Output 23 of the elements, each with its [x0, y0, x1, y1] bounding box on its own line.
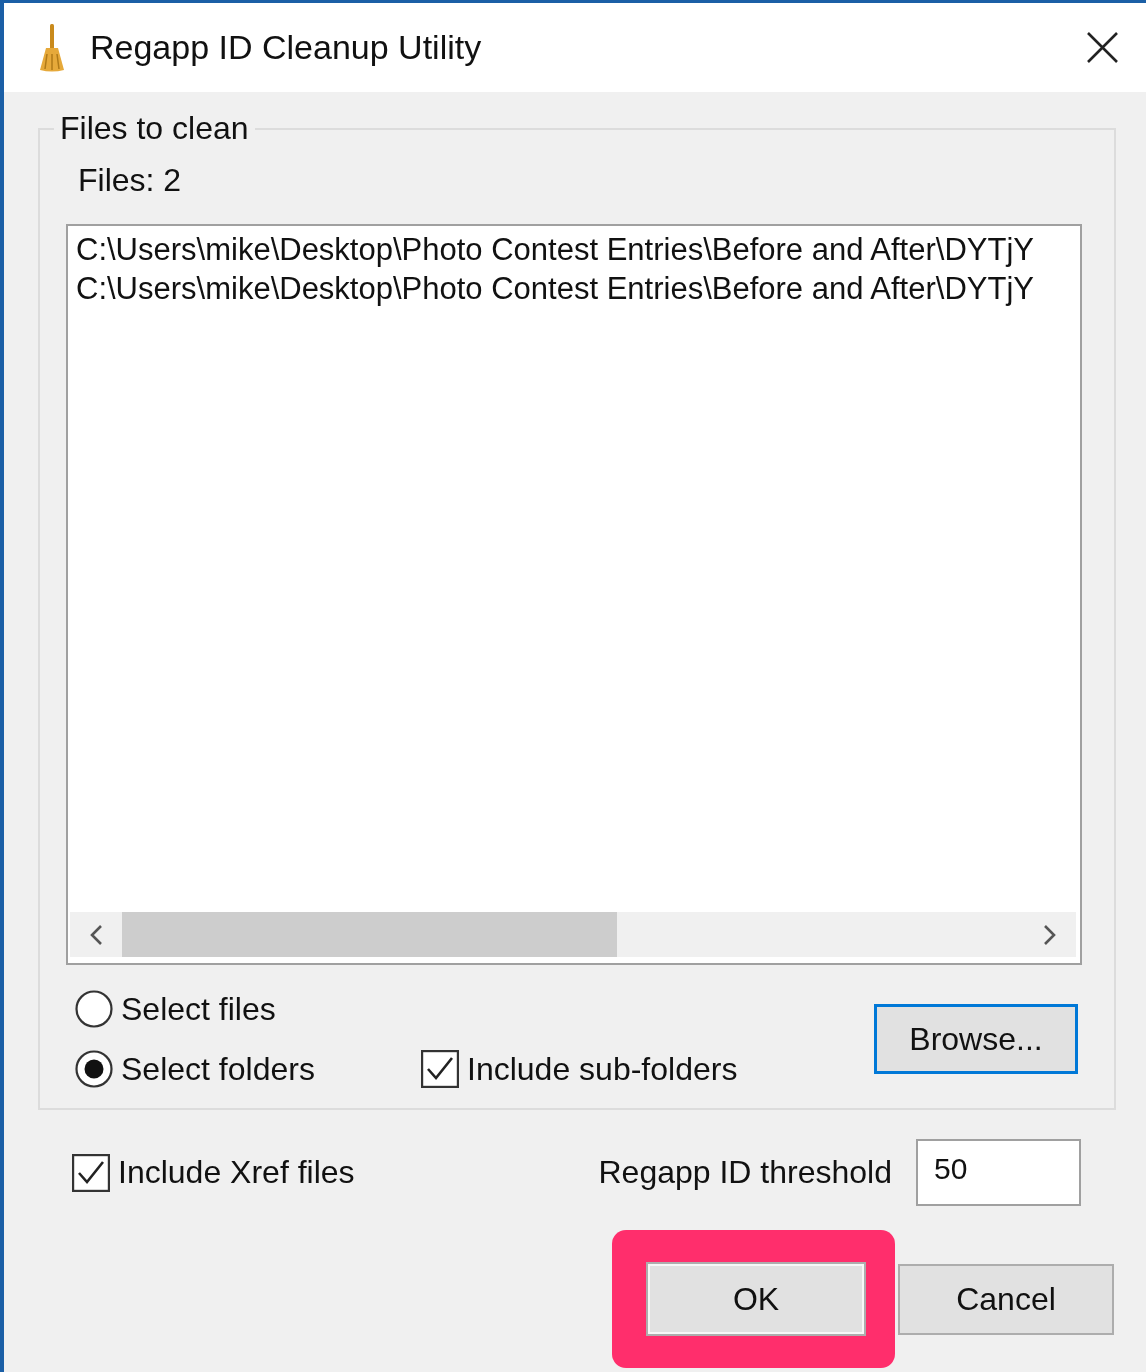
browse-button[interactable]: Browse...	[874, 1004, 1078, 1074]
checkbox[interactable]	[421, 1050, 459, 1088]
file-path[interactable]: C:\Users\mike\Desktop\Photo Contest Entries\Before and After\DYTjY	[76, 230, 1034, 269]
cancel-button[interactable]: Cancel	[898, 1263, 1114, 1335]
chevron-right-icon[interactable]	[1043, 923, 1057, 946]
scrollbar-thumb[interactable]	[122, 912, 617, 957]
broom-icon	[38, 23, 66, 72]
radio-label[interactable]: Select files	[121, 990, 276, 1028]
radio-label[interactable]: Select folders	[121, 1050, 315, 1088]
window-title: Regapp ID Cleanup Utility	[90, 28, 482, 67]
ok-button[interactable]: OK	[646, 1262, 866, 1336]
field-label: Regapp ID threshold	[598, 1154, 892, 1191]
checkbox-label[interactable]: Include Xref files	[118, 1154, 355, 1191]
checkbox-label[interactable]: Include sub-folders	[467, 1050, 738, 1088]
file-path[interactable]: C:\Users\mike\Desktop\Photo Contest Entries\Before and After\DYTjY	[76, 269, 1034, 308]
radio-button[interactable]	[75, 1050, 113, 1088]
file-count: Files: 2	[78, 161, 182, 199]
checkbox[interactable]	[72, 1153, 110, 1192]
close-icon[interactable]	[1087, 32, 1118, 63]
group-title: Files to clean	[59, 110, 250, 147]
radio-button[interactable]	[75, 990, 113, 1028]
chevron-left-icon[interactable]	[89, 923, 103, 946]
threshold-field[interactable]: 50	[916, 1139, 1081, 1206]
